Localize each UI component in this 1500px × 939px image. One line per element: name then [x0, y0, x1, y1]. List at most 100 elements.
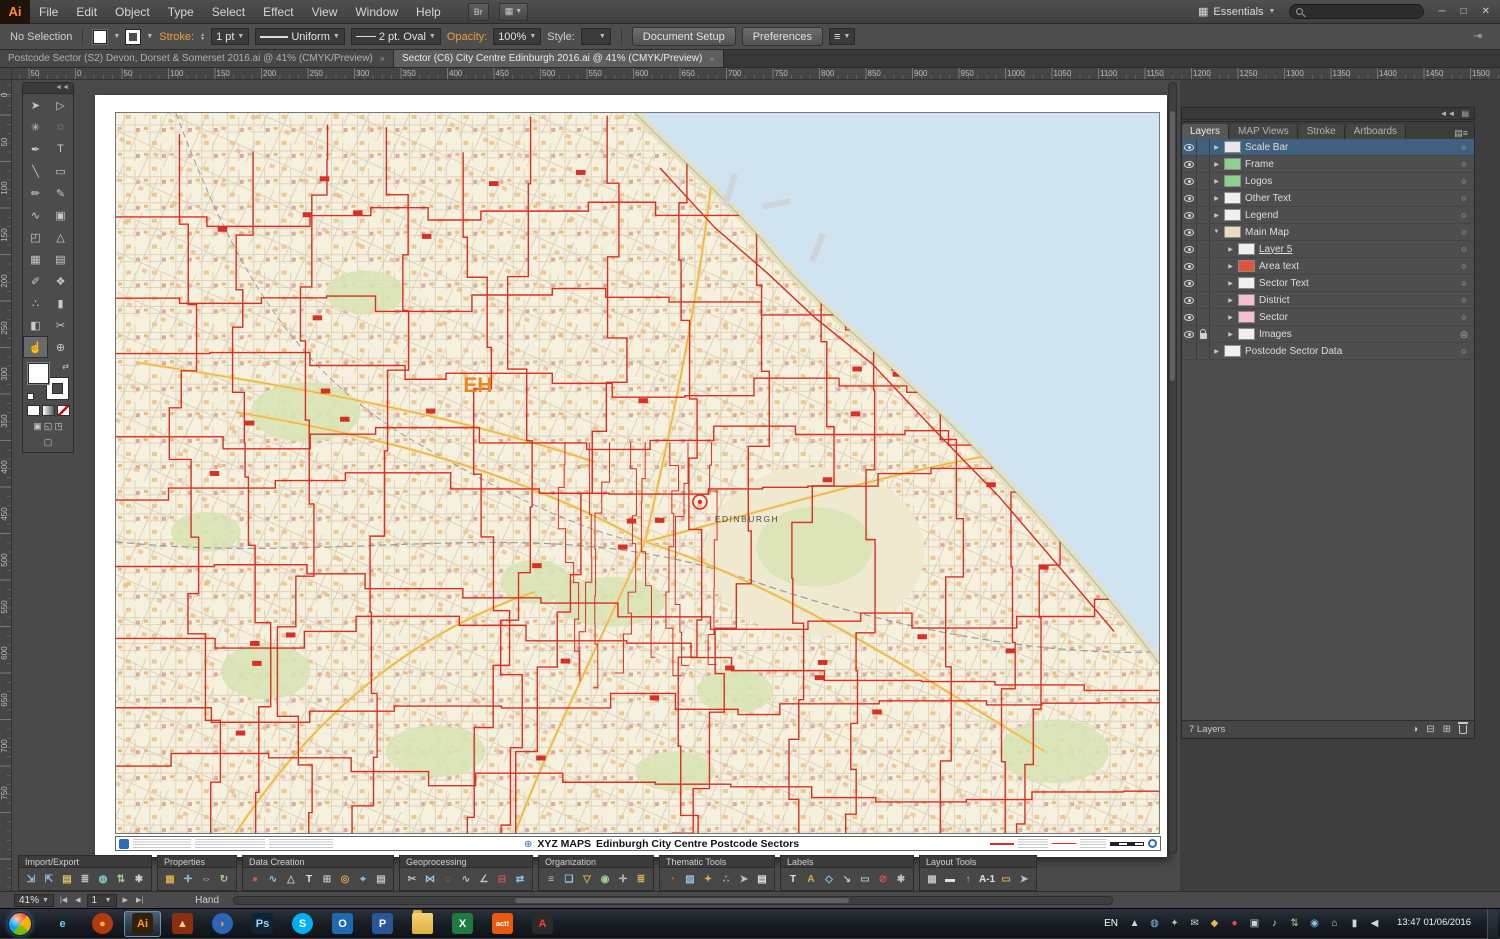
simplify-icon[interactable]: ∿ — [459, 872, 473, 887]
import-icon[interactable]: ⇲ — [24, 872, 38, 887]
gradient-button[interactable] — [42, 405, 55, 416]
stroke-color-box[interactable] — [47, 378, 68, 399]
arrange-documents-button[interactable]: ▦ ▼ — [499, 3, 528, 21]
visibility-toggle[interactable] — [1182, 224, 1197, 240]
expand-toggle-icon[interactable]: ▶ — [1224, 297, 1237, 304]
transform-icon[interactable]: ⇄ — [513, 872, 527, 887]
layers-icon[interactable]: ≡ — [544, 872, 558, 887]
layer-name[interactable]: Sector Text — [1259, 278, 1456, 289]
map-properties-icon[interactable]: ▦ — [163, 872, 177, 887]
hand-tool[interactable]: ☝ — [23, 336, 48, 358]
expand-toggle-icon[interactable]: ▶ — [1210, 144, 1223, 151]
zoom-tool[interactable]: ⊕ — [48, 336, 73, 358]
refresh-icon[interactable]: ↻ — [217, 872, 231, 887]
tray-app-5[interactable]: ● — [1228, 918, 1241, 929]
layer-name[interactable]: Frame — [1245, 159, 1456, 170]
panel-tab-stroke[interactable]: Stroke — [1299, 124, 1345, 139]
align-dropdown[interactable]: ≡ ▼ — [829, 28, 855, 45]
gradient-tool[interactable]: ▤ — [48, 248, 73, 270]
tray-app-6[interactable]: ▣ — [1248, 918, 1261, 929]
group-icon[interactable]: ❏ — [562, 872, 576, 887]
stroke-weight-field[interactable]: 1 pt ▼ — [211, 28, 249, 45]
layer-target-icon[interactable]: ○ — [1456, 278, 1472, 288]
layer-name[interactable]: Layer 5 — [1259, 244, 1456, 255]
label-pro-icon[interactable]: A — [804, 872, 818, 887]
menu-select[interactable]: Select — [203, 0, 254, 24]
join-icon[interactable]: ⋈ — [423, 872, 437, 887]
slice-tool[interactable]: ✂ — [48, 314, 73, 336]
export-settings-icon[interactable]: ✱ — [132, 872, 146, 887]
panel-menu-icon[interactable]: ▤≡ — [1448, 128, 1474, 139]
eyedropper-tool[interactable]: ✐ — [23, 270, 48, 292]
choropleth-icon[interactable]: ▨ — [683, 872, 697, 887]
create-point-icon[interactable]: ● — [248, 872, 262, 887]
visibility-toggle[interactable] — [1182, 292, 1197, 308]
layer-target-icon[interactable]: ○ — [1456, 176, 1472, 186]
selection-tool[interactable]: ➤ — [23, 94, 48, 116]
layer-row-postcode-sector-data[interactable]: ▶Postcode Sector Data○ — [1182, 343, 1474, 360]
visibility-toggle[interactable] — [1182, 139, 1197, 155]
taskbar-firefox[interactable]: ◗ — [204, 911, 241, 937]
export-icon[interactable]: ⇱ — [42, 872, 56, 887]
opacity-field[interactable]: 100% ▼ — [493, 28, 541, 45]
show-hidden-icons[interactable]: ▲ — [1128, 918, 1141, 929]
width-profile-dropdown[interactable]: Uniform ▼ — [255, 28, 344, 45]
panel-tab-map-views[interactable]: MAP Views — [1230, 124, 1298, 139]
horizontal-scrollbar[interactable] — [233, 896, 1113, 905]
close-button[interactable]: ✕ — [1482, 6, 1490, 17]
start-button[interactable] — [8, 912, 32, 936]
draw-behind-button[interactable]: ◱ — [44, 421, 53, 432]
lock-toggle[interactable] — [1197, 156, 1210, 172]
layer-target-icon[interactable]: ○ — [1456, 142, 1472, 152]
lock-toggle[interactable] — [1197, 343, 1210, 359]
layer-row-legend[interactable]: ▶Legend○ — [1182, 207, 1474, 224]
label-mask-icon[interactable]: ▭ — [858, 872, 872, 887]
symbol-sprayer-tool[interactable]: ∴ — [23, 292, 48, 314]
document-tab-2[interactable]: Sector (C6) City Centre Edinburgh 2016.a… — [394, 50, 724, 67]
tray-app-2[interactable]: ✦ — [1168, 918, 1181, 929]
menu-type[interactable]: Type — [159, 0, 203, 24]
language-indicator[interactable]: EN — [1102, 918, 1120, 929]
taskbar-excel[interactable]: X — [444, 911, 481, 937]
fill-color-box[interactable] — [28, 363, 49, 384]
brush-dropdown[interactable]: 2 pt. Oval ▼ — [351, 28, 441, 45]
expand-toggle-icon[interactable]: ▶ — [1224, 263, 1237, 270]
layer-name[interactable]: Area text — [1259, 261, 1456, 272]
coordinate-system-icon[interactable]: ✛ — [181, 872, 195, 887]
tab-close-icon[interactable]: × — [380, 54, 385, 64]
type-tool[interactable]: T — [48, 138, 73, 160]
previous-artboard-button[interactable]: ◀ — [73, 896, 82, 904]
tab-close-icon[interactable]: × — [709, 54, 714, 64]
taskbar-folder[interactable] — [404, 911, 441, 937]
find-icon[interactable]: ◉ — [598, 872, 612, 887]
perspective-grid-tool[interactable]: △ — [48, 226, 73, 248]
lock-toggle[interactable] — [1197, 309, 1210, 325]
style-dropdown[interactable]: ▼ — [581, 28, 611, 45]
expand-toggle-icon[interactable]: ▶ — [1210, 348, 1223, 355]
layer-row-layer-5[interactable]: ▶Layer 5○ — [1182, 241, 1474, 258]
move-icon[interactable]: ✛ — [616, 872, 630, 887]
color-button[interactable] — [27, 405, 40, 416]
page-scale-icon[interactable]: ⇔ — [199, 872, 213, 887]
menu-object[interactable]: Object — [106, 0, 159, 24]
pen-tool[interactable]: ✒ — [23, 138, 48, 160]
layer-name[interactable]: Images — [1259, 329, 1456, 340]
rectangle-tool[interactable]: ▭ — [48, 160, 73, 182]
lock-toggle[interactable] — [1197, 190, 1210, 206]
layer-target-icon[interactable]: ○ — [1456, 244, 1472, 254]
lock-toggle[interactable] — [1197, 326, 1210, 342]
taskbar-blue-p-app[interactable]: P — [364, 911, 401, 937]
lock-toggle[interactable] — [1197, 139, 1210, 155]
dot-density-icon[interactable]: ∴ — [719, 872, 733, 887]
north-arrow-icon[interactable]: ↑ — [961, 872, 975, 887]
width-tool[interactable]: ∿ — [23, 204, 48, 226]
layer-row-sector-text[interactable]: ▶Sector Text○ — [1182, 275, 1474, 292]
layer-row-other-text[interactable]: ▶Other Text○ — [1182, 190, 1474, 207]
lock-toggle[interactable] — [1197, 224, 1210, 240]
taskbar-clock[interactable]: 13:47 01/06/2016 — [1389, 917, 1479, 929]
layer-target-icon[interactable]: ○ — [1456, 295, 1472, 305]
artboard-tool[interactable]: ◧ — [23, 314, 48, 336]
taskbar-act[interactable]: act! — [484, 911, 521, 937]
layer-name[interactable]: Postcode Sector Data — [1245, 346, 1456, 357]
attribute-table-icon[interactable]: ▤ — [374, 872, 388, 887]
